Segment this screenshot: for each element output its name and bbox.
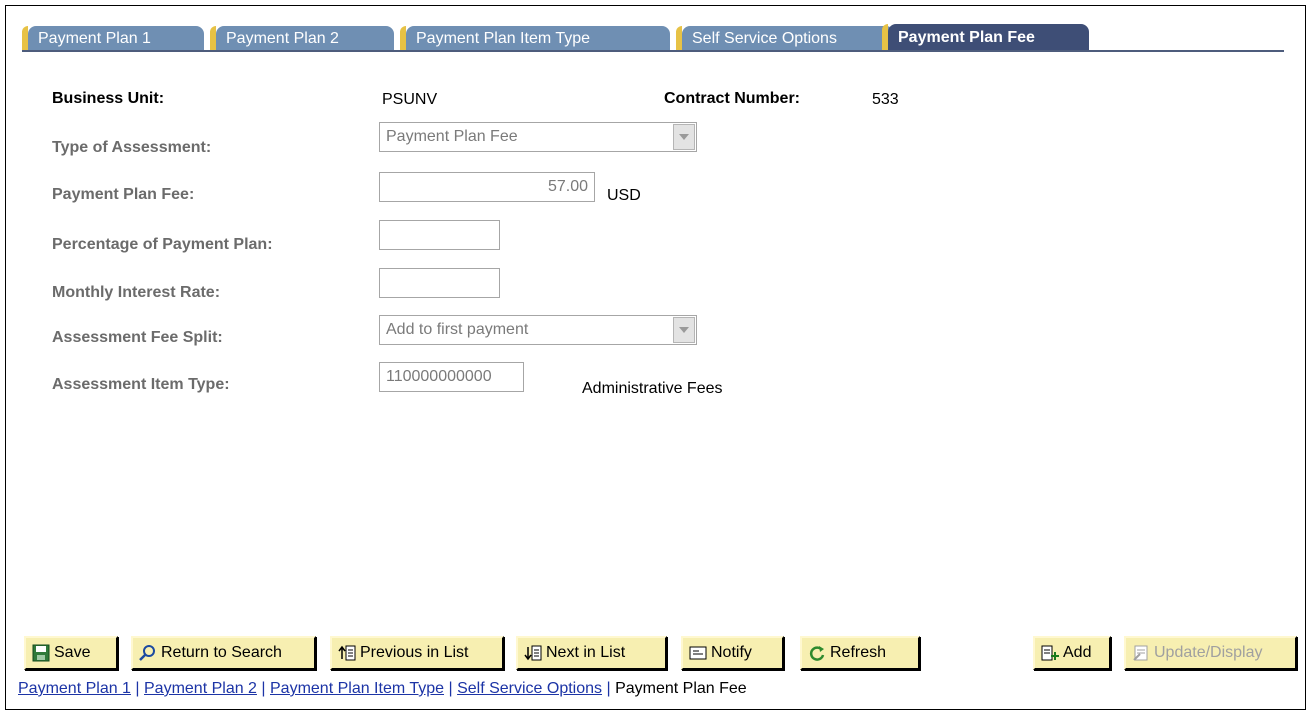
- previous-in-list-label: Previous in List: [360, 644, 469, 661]
- floppy-disk-icon: [32, 644, 50, 662]
- update-display-label: Update/Display: [1154, 644, 1263, 661]
- footer-link-payment-plan-2[interactable]: Payment Plan 2: [144, 680, 257, 697]
- footer-separator: |: [602, 680, 616, 697]
- magnifier-icon: [139, 644, 157, 662]
- footer-link-payment-plan-item-type[interactable]: Payment Plan Item Type: [270, 680, 444, 697]
- assessment-fee-split-select[interactable]: Add to first payment: [379, 315, 697, 345]
- tab-label: Payment Plan 1: [38, 30, 151, 47]
- page-frame: [5, 5, 1306, 710]
- assessment-fee-split-label: Assessment Fee Split:: [52, 329, 223, 346]
- footer-separator: |: [130, 680, 144, 697]
- tab-label: Payment Plan 2: [226, 30, 339, 47]
- next-in-list-label: Next in List: [546, 644, 626, 661]
- notify-button[interactable]: Notify: [681, 636, 784, 670]
- payment-plan-fee-label: Payment Plan Fee:: [52, 186, 195, 203]
- save-label: Save: [54, 644, 91, 661]
- footer-link-self-service-options[interactable]: Self Service Options: [457, 680, 602, 697]
- add-icon: [1041, 644, 1059, 662]
- tab-self-service-options[interactable]: Self Service Options: [676, 26, 894, 51]
- tab-payment-plan-1[interactable]: Payment Plan 1: [22, 26, 204, 51]
- business-unit-value: PSUNV: [382, 91, 438, 108]
- dropdown-arrow-icon[interactable]: [673, 317, 695, 343]
- footer-link-payment-plan-1[interactable]: Payment Plan 1: [18, 680, 131, 697]
- save-button[interactable]: Save: [24, 636, 118, 670]
- assessment-item-type-label: Assessment Item Type:: [52, 376, 230, 393]
- dropdown-arrow-icon[interactable]: [673, 124, 695, 150]
- tab-edge: [400, 26, 406, 51]
- notify-icon: [689, 644, 707, 662]
- type-of-assessment-label: Type of Assessment:: [52, 139, 212, 156]
- footer-separator: |: [256, 680, 270, 697]
- update-display-icon: [1132, 644, 1150, 662]
- footer-current-page: Payment Plan Fee: [615, 680, 747, 697]
- add-button[interactable]: Add: [1033, 636, 1111, 670]
- tab-edge: [882, 24, 888, 52]
- assessment-item-type-input[interactable]: 110000000000: [379, 362, 524, 392]
- tab-bar: Payment Plan 1 Payment Plan 2 Payment Pl…: [22, 24, 1284, 52]
- next-list-icon: [524, 644, 542, 662]
- refresh-icon: [808, 644, 826, 662]
- assessment-fee-split-value: Add to first payment: [386, 321, 529, 338]
- next-in-list-button[interactable]: Next in List: [516, 636, 667, 670]
- refresh-label: Refresh: [830, 644, 887, 661]
- payment-plan-fee-input[interactable]: 57.00: [379, 172, 595, 202]
- notify-label: Notify: [711, 644, 752, 661]
- monthly-interest-rate-input[interactable]: [379, 268, 500, 298]
- tab-label: Self Service Options: [692, 30, 837, 47]
- update-display-button[interactable]: Update/Display: [1124, 636, 1297, 670]
- tab-edge: [22, 26, 28, 51]
- type-of-assessment-select[interactable]: Payment Plan Fee: [379, 122, 697, 152]
- tab-edge: [676, 26, 682, 51]
- tab-label: Payment Plan Fee: [898, 29, 1035, 46]
- tab-underline: [22, 50, 1284, 52]
- business-unit-label: Business Unit:: [52, 90, 165, 107]
- tab-payment-plan-fee[interactable]: Payment Plan Fee: [882, 24, 1089, 52]
- percentage-of-payment-plan-label: Percentage of Payment Plan:: [52, 236, 273, 253]
- assessment-item-type-description: Administrative Fees: [582, 380, 723, 397]
- tab-edge: [210, 26, 216, 51]
- contract-number-value: 533: [872, 91, 899, 108]
- type-of-assessment-value: Payment Plan Fee: [386, 128, 518, 145]
- return-to-search-button[interactable]: Return to Search: [131, 636, 316, 670]
- previous-in-list-button[interactable]: Previous in List: [330, 636, 504, 670]
- return-to-search-label: Return to Search: [161, 644, 282, 661]
- currency-code: USD: [607, 187, 641, 204]
- tab-payment-plan-2[interactable]: Payment Plan 2: [210, 26, 394, 51]
- percentage-of-payment-plan-input[interactable]: [379, 220, 500, 250]
- tab-payment-plan-item-type[interactable]: Payment Plan Item Type: [400, 26, 670, 51]
- refresh-button[interactable]: Refresh: [800, 636, 920, 670]
- monthly-interest-rate-label: Monthly Interest Rate:: [52, 284, 221, 301]
- footer-separator: |: [444, 680, 458, 697]
- previous-list-icon: [338, 644, 356, 662]
- contract-number-label: Contract Number:: [664, 90, 801, 107]
- tab-label: Payment Plan Item Type: [416, 30, 591, 47]
- add-label: Add: [1063, 644, 1092, 661]
- footer-links: Payment Plan 1 | Payment Plan 2 | Paymen…: [18, 680, 747, 698]
